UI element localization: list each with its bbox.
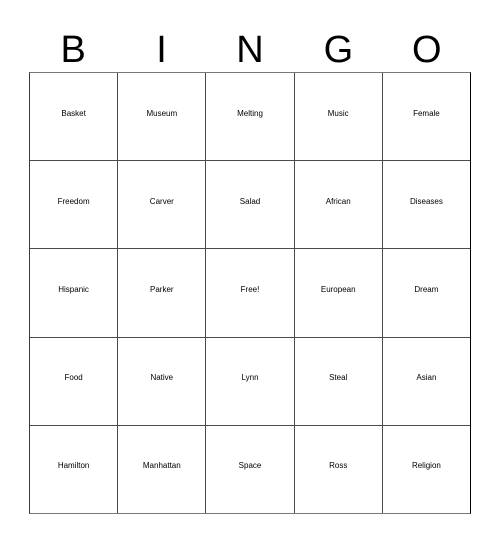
bingo-row: Basket Museum Melting Music Female [30,73,471,161]
bingo-cell-label: Steal [329,373,348,383]
bingo-header-row: B I N G O [29,16,471,72]
bingo-cell[interactable]: Basket [30,73,118,161]
bingo-cell-free[interactable]: Free! [205,249,294,337]
bingo-cell[interactable]: Space [205,425,294,514]
bingo-cell-label: Museum [146,108,178,118]
bingo-cell[interactable]: Asian [381,337,471,425]
bingo-cell-label: Female [413,108,440,118]
bingo-cell-label: Parker [150,285,174,294]
bingo-row: Hispanic Parker Free! European Dream [30,248,471,337]
bingo-cell[interactable]: Melting [205,73,294,161]
bingo-cell[interactable]: Music [293,73,382,161]
bingo-card: B I N G O Basket Museum Melting Music Fe… [0,0,500,544]
bingo-cell-label: Ross [329,461,348,471]
bingo-cell-label: Free! [240,285,260,294]
bingo-row: Freedom Carver Salad African Diseases [30,160,471,249]
header-letter-text: I [156,29,167,71]
bingo-cell-label: Lynn [241,373,259,383]
bingo-cell[interactable]: Diseases [381,161,471,249]
bingo-cell-label: Asian [416,373,437,383]
bingo-cell[interactable]: Ross [293,425,382,514]
header-letter-text: N [236,29,264,71]
bingo-row: Hamilton Manhattan Space Ross Religion [30,424,471,514]
bingo-header-letter-n: N [206,16,294,72]
header-letter-text: B [60,29,86,71]
bingo-cell-label: Melting [237,108,263,118]
bingo-cell-label: Music [327,108,349,118]
bingo-cell[interactable]: Native [117,337,206,425]
bingo-cell-label: European [320,285,356,294]
bingo-cell-label: Native [150,373,174,383]
bingo-cell-label: Food [64,373,83,383]
bingo-cell-label: Dream [414,285,439,294]
bingo-cell-label: Carver [149,196,174,206]
bingo-cell[interactable]: Female [381,73,471,161]
bingo-cell-label: Manhattan [142,461,181,471]
bingo-cell[interactable]: Parker [117,249,206,337]
bingo-header-letter-i: I [117,16,205,72]
bingo-cell-label: Hamilton [57,461,90,471]
bingo-cell-label: Freedom [57,196,90,206]
bingo-cell[interactable]: Lynn [205,337,294,425]
bingo-grid: Basket Museum Melting Music Female Freed… [29,72,471,514]
bingo-cell[interactable]: Carver [117,161,206,249]
bingo-cell-label: Space [238,461,262,471]
bingo-cell[interactable]: Food [30,337,118,425]
bingo-cell-label: Diseases [409,196,443,206]
bingo-cell[interactable]: Dream [381,249,471,337]
bingo-cell-label: Hispanic [58,285,89,294]
bingo-row: Food Native Lynn Steal Asian [30,336,471,425]
header-letter-text: G [323,29,354,71]
bingo-header-letter-g: G [294,16,382,72]
bingo-cell[interactable]: African [293,161,382,249]
bingo-cell-label: African [325,196,351,206]
bingo-cell[interactable]: Hispanic [30,249,118,337]
bingo-cell-label: Religion [411,461,441,471]
bingo-cell[interactable]: Salad [205,161,294,249]
bingo-cell[interactable]: Steal [293,337,382,425]
bingo-cell[interactable]: Religion [381,425,471,514]
bingo-cell[interactable]: Museum [117,73,206,161]
bingo-cell-label: Salad [239,196,261,206]
bingo-cell[interactable]: Hamilton [30,425,118,514]
header-letter-text: O [411,29,442,71]
bingo-cell[interactable]: Manhattan [117,425,206,514]
bingo-cell-label: Basket [61,108,86,118]
bingo-header-letter-b: B [29,16,117,72]
bingo-header-letter-o: O [383,16,471,72]
bingo-cell[interactable]: Freedom [30,161,118,249]
bingo-cell[interactable]: European [293,249,382,337]
